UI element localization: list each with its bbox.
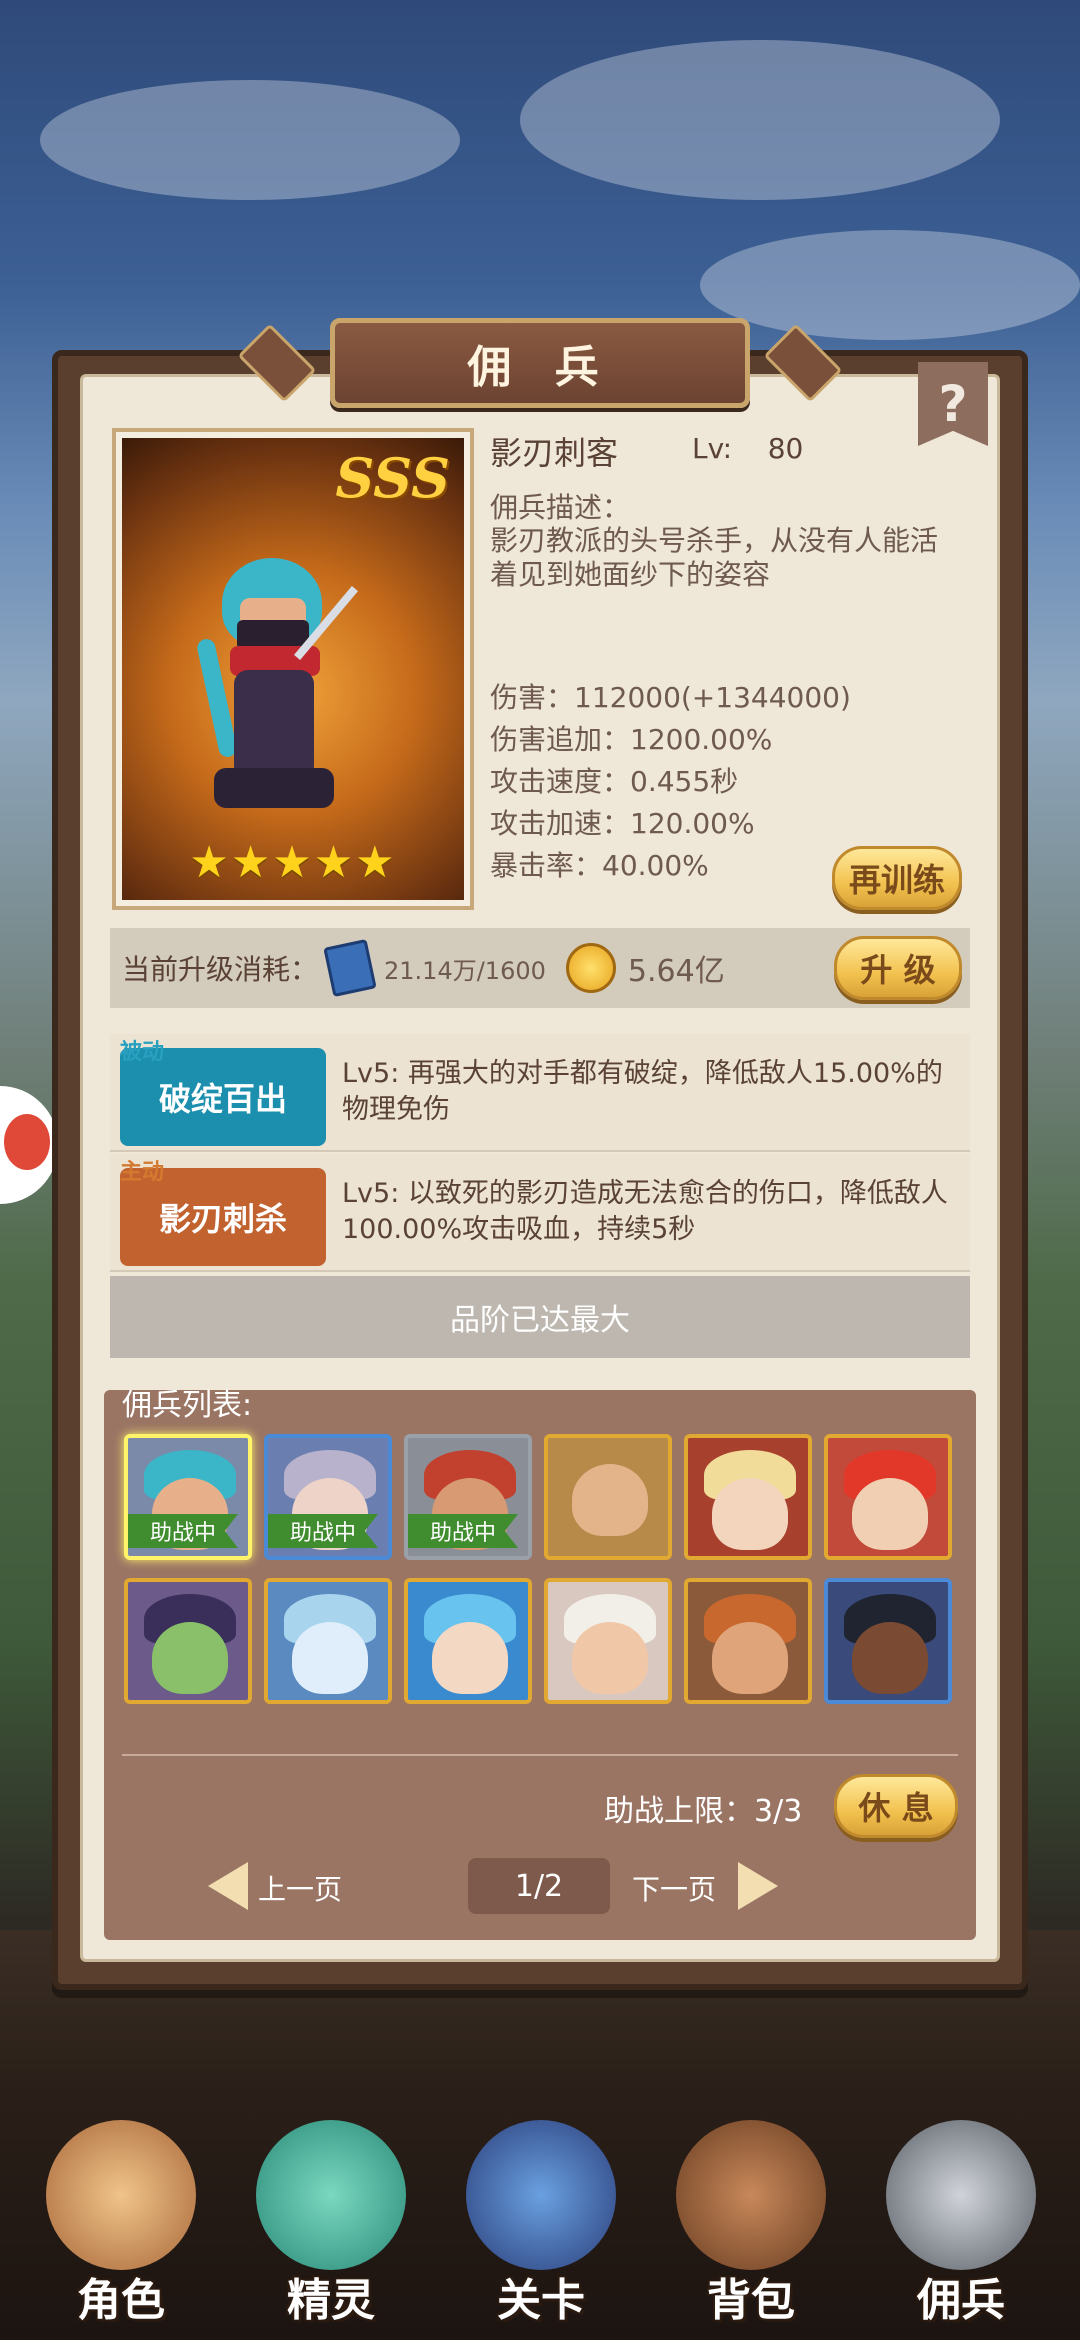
portrait-face (152, 1622, 228, 1694)
roster-slot[interactable] (544, 1434, 672, 1560)
nav-label: 背包 (707, 2275, 795, 2326)
stat-damage: 伤害：112000(+1344000) (490, 681, 851, 714)
hero-portrait: SSS ★★★★★ (122, 438, 464, 900)
skill-description-passive: Lv5: 再强大的对手都有破绽，降低敌人15.00%的物理免伤 (342, 1058, 943, 1125)
hero-name: 影刃刺客 (490, 434, 619, 472)
mercenary-icon (886, 2120, 1036, 2270)
portrait-face (852, 1478, 928, 1550)
nav-label: 佣兵 (917, 2275, 1005, 2326)
roster-slot[interactable] (824, 1434, 952, 1560)
skill-row-active: 影刃刺杀 主动 Lv5: 以致死的影刃造成无法愈合的伤口，降低敌人100.00%… (110, 1154, 970, 1272)
roster-slot[interactable] (404, 1578, 532, 1704)
roster-slot[interactable]: 助战中 (124, 1434, 252, 1560)
star-rating: ★★★★★ (189, 837, 397, 888)
portrait-face (432, 1622, 508, 1694)
roster-slot[interactable] (684, 1434, 812, 1560)
stat-attack-speed-bonus: 攻击加速：120.00% (490, 807, 755, 840)
upgrade-button[interactable]: 升 级 (834, 936, 962, 1000)
skill-row-passive: 破绽百出 被动 Lv5: 再强大的对手都有破绽，降低敌人15.00%的物理免伤 (110, 1034, 970, 1152)
prev-page-button[interactable]: 上一页 (258, 1868, 342, 1908)
panel-title: 佣 兵 (330, 318, 750, 408)
nav-label: 关卡 (497, 2275, 585, 2326)
side-mascot-button[interactable] (0, 1086, 58, 1204)
rest-button[interactable]: 休 息 (834, 1774, 958, 1838)
roster-slot[interactable] (264, 1578, 392, 1704)
hero-portrait-frame: SSS ★★★★★ (112, 428, 474, 910)
nav-item-mercenary[interactable]: 佣兵 (866, 2100, 1056, 2340)
roster-slot[interactable]: 助战中 (404, 1434, 532, 1560)
roster-slot[interactable] (684, 1578, 812, 1704)
background-cloud (40, 80, 460, 200)
portrait-face (292, 1622, 368, 1694)
nav-label: 角色 (77, 2275, 165, 2326)
hero-sprite-body (234, 670, 314, 780)
portrait-face (572, 1464, 648, 1536)
assist-badge: 助战中 (268, 1514, 378, 1548)
portrait-face (712, 1622, 788, 1694)
skill-tag-active: 主动 (120, 1160, 165, 1185)
description-text: 影刃教派的头号杀手，从没有人能活着见到她面纱下的姿容 (490, 524, 939, 591)
assist-badge: 助战中 (128, 1514, 238, 1548)
background-cloud (700, 230, 1080, 340)
roster-slot[interactable] (824, 1578, 952, 1704)
coin-cost: 5.64亿 (627, 954, 725, 989)
portrait-face (712, 1478, 788, 1550)
nav-item-character[interactable]: 角色 (26, 2100, 216, 2340)
grade-badge: SSS (335, 446, 450, 510)
stat-crit-rate: 暴击率：40.00% (490, 849, 709, 882)
roster-slot[interactable]: 助战中 (264, 1434, 392, 1560)
stat-damage-bonus: 伤害追加：1200.00% (490, 723, 773, 756)
coin-icon (565, 943, 616, 993)
portrait-face (572, 1622, 648, 1694)
skill-tag-passive: 被动 (120, 1040, 165, 1065)
character-icon (46, 2120, 196, 2270)
page-indicator: 1/2 (468, 1858, 610, 1914)
skill-description-active: Lv5: 以致死的影刃造成无法愈合的伤口，降低敌人100.00%攻击吸血，持续5… (342, 1178, 948, 1245)
assist-badge: 助战中 (408, 1514, 518, 1548)
max-grade-bar: 品阶已达最大 (110, 1276, 970, 1358)
nav-label: 精灵 (287, 2275, 375, 2326)
background-cloud (520, 40, 1000, 200)
next-page-button[interactable]: 下一页 (632, 1868, 716, 1908)
hero-sprite-legs (214, 768, 334, 808)
roster-slot[interactable] (124, 1578, 252, 1704)
hero-level: Lv: 80 (692, 432, 803, 465)
nav-item-stage[interactable]: 关卡 (446, 2100, 636, 2340)
roster-slot[interactable] (544, 1578, 672, 1704)
level-value: 80 (767, 432, 804, 465)
assist-limit: 助战上限：3/3 (604, 1794, 803, 1829)
next-page-arrow-icon[interactable] (738, 1862, 778, 1910)
backpack-icon (676, 2120, 826, 2270)
roster-divider (122, 1754, 958, 1756)
book-cost: 21.14万/1600 (384, 956, 546, 985)
mascot-icon (4, 1114, 50, 1170)
bottom-nav: 角色 精灵 关卡 背包 佣兵 (0, 2100, 1080, 2340)
retrain-button[interactable]: 再训练 (832, 846, 962, 910)
stage-icon (466, 2120, 616, 2270)
level-label: Lv: (692, 432, 733, 465)
nav-item-backpack[interactable]: 背包 (656, 2100, 846, 2340)
stat-attack-speed: 攻击速度：0.455秒 (490, 765, 739, 798)
roster-title: 佣兵列表: (122, 1388, 253, 1423)
prev-page-arrow-icon[interactable] (208, 1862, 248, 1910)
roster-panel: 佣兵列表: 助战中 助战中 助战中 助战上限：3/3 休 息 上一页 1/2 下… (104, 1388, 976, 1940)
book-icon (323, 938, 377, 998)
upgrade-cost-label: 当前升级消耗： (122, 953, 319, 986)
portrait-face (852, 1622, 928, 1694)
description-title: 佣兵描述： (490, 491, 631, 524)
nav-item-spirit[interactable]: 精灵 (236, 2100, 426, 2340)
spirit-icon (256, 2120, 406, 2270)
